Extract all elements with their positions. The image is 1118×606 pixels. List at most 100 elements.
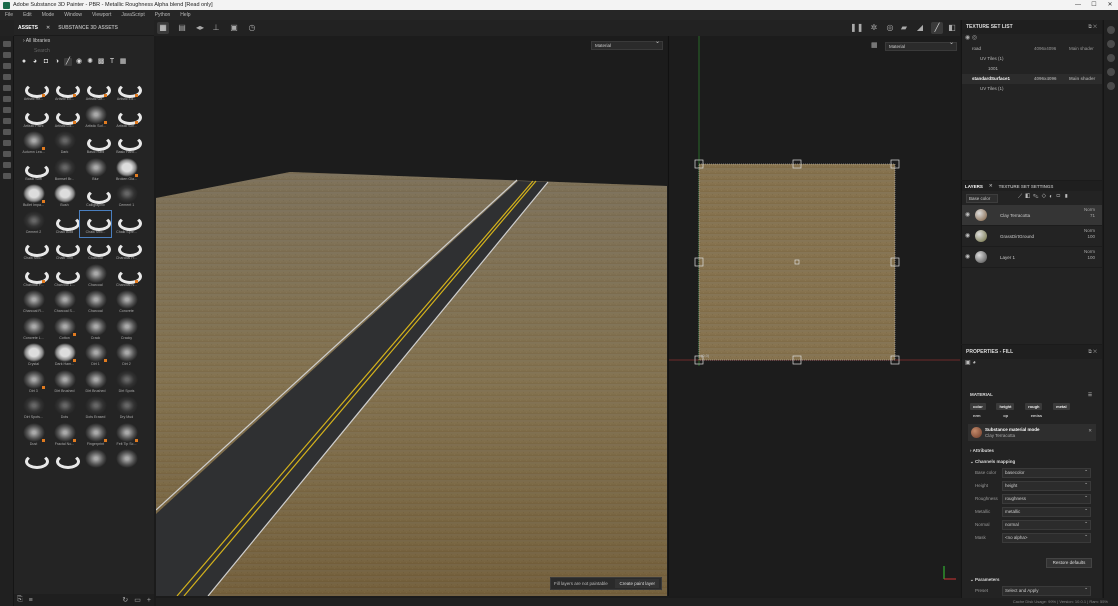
projection-tool-icon[interactable] [3,63,11,69]
uv-layout-icon[interactable]: ▦ [871,42,879,50]
asset-tile[interactable]: Dirt Brushed [49,369,80,397]
pause-icon[interactable]: ❚❚ [850,22,863,34]
asset-tile[interactable] [80,449,111,476]
texture-set-row[interactable]: UV Tiles (1) [962,84,1102,94]
asset-tile[interactable]: Chalk Stro... [18,237,49,264]
menu-mode[interactable]: Mode [37,12,60,18]
chip-rough[interactable]: rough [1025,403,1043,410]
asset-tile[interactable]: Basic Hard [80,131,111,158]
asset-tile[interactable]: Felt Tip Sc... [111,422,142,450]
tab-close-icon[interactable]: ✕ [42,25,54,31]
render-icon[interactable]: ✲ [868,22,880,34]
asset-tile[interactable]: Cement 2 [18,210,49,238]
minimize-button[interactable]: — [1070,0,1086,10]
restore-defaults-button[interactable]: Restore defaults [1046,558,1092,568]
refresh-icon[interactable]: ↻ [122,596,128,604]
maximize-button[interactable]: ☐ [1086,0,1102,10]
symmetry-icon[interactable]: ◂▸ [194,22,206,34]
chip-nrm[interactable]: nrm [970,412,984,419]
clone-tool-icon[interactable] [3,96,11,102]
layer-row[interactable]: ◉ GrassDirtGround Norm 100 [962,226,1102,247]
layer-blend[interactable]: Norm 100 [1084,249,1095,261]
masks-filter-icon[interactable]: ◘ [42,58,50,66]
eraser-tool-icon[interactable] [3,52,11,58]
export-tool-icon[interactable] [3,151,11,157]
asset-tile[interactable]: Dust [18,422,49,450]
channel-select[interactable]: Base color [966,194,998,203]
menu-python[interactable]: Python [150,12,176,18]
tab-assets[interactable]: ASSETS [14,25,42,31]
asset-tile[interactable]: Concrete [111,290,142,317]
asset-tile[interactable]: Artistic Lol... [49,105,80,132]
asset-tile[interactable]: Artistic Ge... [80,78,111,105]
asset-tile[interactable]: Crystal [18,343,49,370]
share-tool-icon[interactable] [3,173,11,179]
library-selector[interactable]: › All libraries [14,36,154,46]
asset-tile[interactable]: Blur [80,157,111,185]
asset-tile[interactable]: Chalk Thin [49,237,80,264]
chip-metal[interactable]: metal [1053,403,1070,410]
asset-tile[interactable]: Dirt 3 [18,369,49,397]
texture-set-row[interactable]: road 4096x4096 Main shader [962,44,1102,54]
asset-tile[interactable]: Artistic Ex... [49,78,80,105]
mapping-select[interactable]: height [1002,479,1091,491]
asset-tile[interactable]: Charcoal L... [49,264,80,291]
menu-help[interactable]: Help [175,12,195,18]
asset-tile[interactable]: Bush [49,184,80,211]
brushes-filter-icon[interactable]: ╱ [64,58,72,66]
display-tool-icon[interactable] [3,140,11,146]
camera-view-icon[interactable]: ◎ [884,22,896,34]
layer-actions[interactable]: ⟋◧✎◇◐▭▮ [1018,194,1071,201]
text-filter-icon[interactable]: T [108,58,116,66]
viewport-3d-mode-select[interactable]: Material [591,39,663,50]
menu-edit[interactable]: Edit [18,12,37,18]
preset-select[interactable]: Select and Apply [1002,584,1091,596]
panel-controls[interactable]: ⧉ ✕ [1088,20,1097,34]
close-button[interactable]: ✕ [1102,0,1118,10]
smudge-tool-icon[interactable] [3,85,11,91]
grid-icon[interactable]: ▤ [176,22,188,34]
smart-materials-filter-icon[interactable]: ◕ [31,58,39,66]
mapping-select[interactable]: normal [1002,518,1091,530]
asset-tile[interactable]: Charcoal S... [49,290,80,317]
asset-tile[interactable]: Concrete L... [18,316,49,344]
asset-tile[interactable]: Dark [49,131,80,158]
asset-tile[interactable]: Dirt Brushed [80,369,111,397]
asset-tile[interactable] [49,449,80,476]
materials-filter-icon[interactable]: ● [20,58,28,66]
layout-grid-icon[interactable]: ▦ [157,22,169,34]
layer-visibility-icon[interactable]: ◉ [965,253,970,260]
settings-tool-icon[interactable] [3,162,11,168]
asset-tile[interactable]: Charcoal N... [111,264,142,291]
texture-set-row[interactable]: standardSurface1 4096x4096 Main shader [962,74,1102,84]
chip-emiss[interactable]: emiss [1028,412,1045,419]
asset-tile[interactable]: Charcoal Fi... [111,237,142,264]
properties-controls[interactable]: ⧉ ✕ [1088,345,1097,359]
list-icon[interactable]: ≡ [29,597,33,604]
shader-settings-icon[interactable] [1107,54,1115,62]
asset-tile[interactable]: Fractal No... [49,422,80,450]
visibility-icon[interactable]: ◉ [965,35,970,41]
asset-tile[interactable]: Autumn Lea... [18,131,49,158]
asset-tile[interactable]: Chalk Spre... [111,211,142,238]
environments-filter-icon[interactable]: ▩ [97,58,105,66]
folder-icon[interactable]: ▭ [134,596,141,604]
viewport-3d[interactable]: Material [156,36,667,596]
bake-tool-icon[interactable] [3,129,11,135]
layer-blend[interactable]: Norm 100 [1084,228,1095,240]
menu-javascript[interactable]: JavaScript [116,12,149,18]
asset-tile[interactable]: Artistic Paint [18,105,49,132]
asset-tile[interactable]: Artistic He... [18,78,49,105]
asset-tile[interactable]: Cotton [49,316,80,344]
paint-tool-icon[interactable] [3,41,11,47]
asset-tile[interactable]: Artistic Sof... [80,104,111,132]
texture-set-row[interactable]: 1001 [962,64,1102,74]
erase-icon[interactable]: ◧ [946,22,958,34]
menu-file[interactable]: File [0,12,18,18]
layer-visibility-icon[interactable]: ◉ [965,211,970,218]
particles-filter-icon[interactable]: ✺ [86,58,94,66]
texture-set-row[interactable]: UV Tiles (1) [962,54,1102,64]
import-icon[interactable]: ⎘ [17,596,23,604]
asset-tile[interactable]: Charcoal [80,263,111,291]
add-icon[interactable]: + [147,597,151,604]
